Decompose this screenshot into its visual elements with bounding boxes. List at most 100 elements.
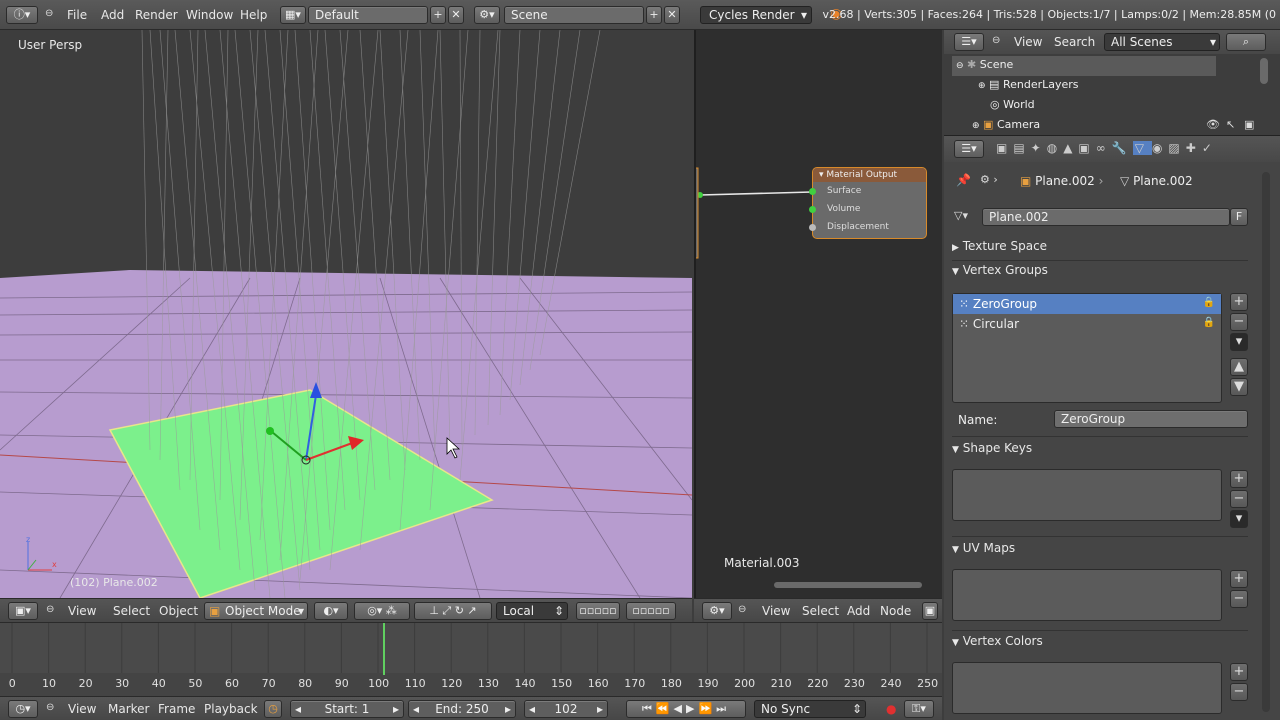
sync-mode-select[interactable]: No Sync ⇕ — [754, 700, 866, 718]
vertex-group-specials-button[interactable]: ▾ — [1230, 333, 1248, 351]
vertex-colors-list[interactable] — [952, 662, 1222, 714]
collapse-icon[interactable]: ⊖ — [45, 8, 53, 19]
screen-layout-icon[interactable]: ▦▾ — [280, 6, 306, 24]
transform-manipulator-icons[interactable]: ⊥ ⤢ ↻ ↗ — [414, 602, 492, 620]
orientation-select[interactable]: Local ⇕ — [496, 602, 568, 620]
node-tree-type-icon[interactable]: ▣ — [922, 602, 938, 620]
keying-icon[interactable]: ⚿▾ — [904, 700, 934, 718]
outliner-item-renderlayers[interactable]: ⊕ ▤ RenderLayers — [952, 76, 1216, 96]
menu-marker[interactable]: Marker — [108, 702, 149, 716]
add-vertex-color-button[interactable]: + — [1230, 663, 1248, 681]
search-icon[interactable]: ⌕ — [1226, 33, 1266, 51]
menu-help[interactable]: Help — [240, 8, 267, 22]
editor-type-icon[interactable]: ☰▾ — [954, 140, 984, 158]
mesh-name-field[interactable]: Plane.002 — [982, 208, 1230, 226]
remove-screen-button[interactable]: ✕ — [448, 6, 464, 24]
move-up-button[interactable]: ▲ — [1230, 358, 1248, 376]
3d-viewport[interactable]: z x User Persp (102) Plane.002 — [0, 30, 692, 598]
menu-playback[interactable]: Playback — [204, 702, 258, 716]
add-screen-button[interactable]: + — [430, 6, 446, 24]
mode-select[interactable]: ▣ Object Mode ▾ — [204, 602, 308, 620]
record-icon[interactable]: ● — [886, 702, 896, 716]
render-engine-select[interactable]: Cycles Render ▾ — [700, 6, 812, 24]
end-frame-field[interactable]: ◂ End: 250 ▸ — [408, 700, 516, 718]
node-header[interactable]: ▾ Material Output — [813, 168, 926, 182]
lock-icon[interactable]: 🔒 — [1203, 297, 1215, 308]
editor-type-icon[interactable]: ☰▾ — [954, 33, 984, 51]
context-tabs[interactable]: ▣▤✦◍▲▣∞🔧 ▽ ◉▨✚✓ — [996, 141, 1218, 155]
socket-displacement[interactable]: Displacement — [809, 218, 926, 236]
section-texture-space[interactable]: ▶ Texture Space — [952, 239, 1248, 261]
horizontal-scrollbar[interactable] — [774, 582, 922, 588]
outliner-item-world[interactable]: ◎ World — [952, 96, 1216, 116]
section-vertex-colors[interactable]: ▼ Vertex Colors — [952, 634, 1248, 656]
menu-search[interactable]: Search — [1054, 35, 1095, 49]
timeline[interactable]: 0 10 20 30 40 50 60 70 80 90 100 110 120 130 140 150 160… — [0, 622, 942, 696]
add-shape-key-button[interactable]: + — [1230, 470, 1248, 488]
menu-render[interactable]: Render — [135, 8, 178, 22]
remove-scene-button[interactable]: ✕ — [664, 6, 680, 24]
menu-frame[interactable]: Frame — [158, 702, 195, 716]
collapse-icon[interactable]: ⊖ — [738, 604, 746, 615]
menu-add[interactable]: Add — [847, 604, 870, 618]
menu-add[interactable]: Add — [101, 8, 124, 22]
socket-volume[interactable]: Volume — [809, 200, 926, 218]
remove-vertex-group-button[interactable]: − — [1230, 313, 1248, 331]
playback-controls[interactable]: ⏮⏪◀▶⏩⏭ — [626, 700, 746, 718]
start-frame-field[interactable]: ◂ Start: 1 ▸ — [290, 700, 404, 718]
menu-object[interactable]: Object — [159, 604, 198, 618]
outliner-item-camera[interactable]: ⊕ ▣ Camera — [952, 116, 1216, 136]
collapse-icon[interactable]: ⊖ — [46, 604, 54, 615]
remove-vertex-color-button[interactable]: − — [1230, 683, 1248, 701]
uv-maps-list[interactable] — [952, 569, 1222, 621]
move-down-button[interactable]: ▼ — [1230, 378, 1248, 396]
fake-user-button[interactable]: F — [1230, 208, 1248, 226]
vertex-group-circular[interactable]: ⁙ Circular 🔒 — [953, 314, 1221, 334]
remove-shape-key-button[interactable]: − — [1230, 490, 1248, 508]
selectable-cursor-icon[interactable]: ↖ — [1226, 118, 1235, 131]
add-scene-button[interactable]: + — [646, 6, 662, 24]
layers-grid-2[interactable]: ▫▫▫▫▫ — [626, 602, 676, 620]
add-uv-map-button[interactable]: + — [1230, 570, 1248, 588]
remove-uv-map-button[interactable]: − — [1230, 590, 1248, 608]
screen-layout-field[interactable]: Default — [308, 6, 428, 24]
outliner-item-scene[interactable]: ⊖ ✱ Scene — [952, 56, 1216, 76]
info-editor-type-icon[interactable]: ⓘ▾ — [6, 6, 38, 24]
display-filter-select[interactable]: All Scenes ▾ — [1104, 33, 1220, 51]
current-frame-field[interactable]: ◂ 102 ▸ — [524, 700, 608, 718]
pin-icon[interactable]: 📌 — [956, 173, 971, 187]
viewport-shading-icon[interactable]: ◐▾ — [314, 602, 348, 620]
menu-node[interactable]: Node — [880, 604, 911, 618]
section-uv-maps[interactable]: ▼ UV Maps — [952, 541, 1248, 563]
visibility-eye-icon[interactable]: 👁 — [1206, 118, 1220, 131]
outliner-scrollbar[interactable] — [1260, 58, 1268, 84]
menu-view[interactable]: View — [1014, 35, 1042, 49]
vertex-group-list[interactable]: ⁙ ZeroGroup 🔒 ⁙ Circular 🔒 — [952, 293, 1222, 403]
preview-range-icon[interactable]: ◷ — [264, 700, 282, 718]
section-shape-keys[interactable]: ▼ Shape Keys — [952, 441, 1248, 463]
menu-select[interactable]: Select — [802, 604, 839, 618]
vertex-group-name-field[interactable]: ZeroGroup — [1054, 410, 1248, 428]
mesh-datablock-icon[interactable]: ▽▾ — [954, 209, 976, 227]
pivot-manipulator-icons[interactable]: ◎▾ ⁂ — [354, 602, 410, 620]
menu-view[interactable]: View — [68, 604, 96, 618]
menu-file[interactable]: File — [67, 8, 87, 22]
shape-key-specials-button[interactable]: ▾ — [1230, 510, 1248, 528]
render-camera-icon[interactable]: ▣ — [1244, 118, 1254, 131]
layers-grid-1[interactable]: ▫▫▫▫▫ — [576, 602, 620, 620]
socket-surface[interactable]: Surface — [809, 182, 926, 200]
scene-icon[interactable]: ⚙▾ — [474, 6, 500, 24]
editor-type-icon[interactable]: ▣▾ — [8, 602, 38, 620]
add-vertex-group-button[interactable]: + — [1230, 293, 1248, 311]
menu-view[interactable]: View — [68, 702, 96, 716]
editor-type-icon[interactable]: ◷▾ — [8, 700, 38, 718]
collapse-icon[interactable]: ⊖ — [992, 35, 1000, 46]
collapse-icon[interactable]: ⊖ — [46, 702, 54, 713]
lock-icon[interactable]: 🔒 — [1203, 317, 1215, 328]
material-output-node[interactable]: ▾ Material Output Surface Volume Displac… — [809, 167, 927, 239]
menu-view[interactable]: View — [762, 604, 790, 618]
scene-field[interactable]: Scene — [504, 6, 644, 24]
menu-select[interactable]: Select — [113, 604, 150, 618]
shape-keys-list[interactable] — [952, 469, 1222, 521]
vertex-group-zerogroup[interactable]: ⁙ ZeroGroup 🔒 — [953, 294, 1221, 314]
